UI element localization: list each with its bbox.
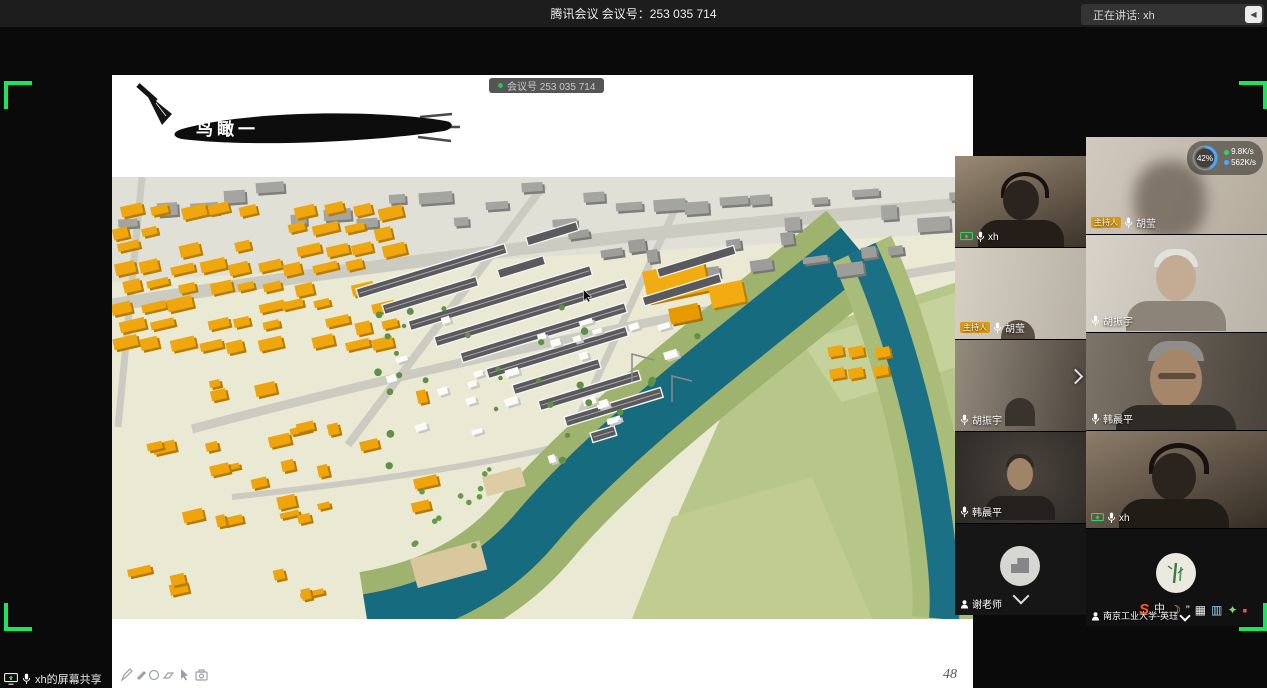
participant-name: 韩晨平 bbox=[972, 504, 1002, 519]
eraser-tool-icon[interactable] bbox=[164, 673, 173, 678]
slide-page-number: 48 bbox=[943, 667, 957, 683]
night-mode-icon[interactable]: ☽ bbox=[1170, 604, 1181, 616]
sogou-logo-icon[interactable]: S bbox=[1139, 602, 1149, 617]
mic-icon bbox=[22, 673, 31, 685]
mic-icon bbox=[960, 414, 969, 426]
participant-name: 胡莹 bbox=[1005, 320, 1025, 335]
shared-slide: 会议号 253 035 714 鸟瞰一 正在 bbox=[112, 75, 973, 688]
brush-pen-handle bbox=[138, 85, 156, 101]
circle-tool-icon[interactable] bbox=[150, 671, 159, 680]
person-icon bbox=[1091, 611, 1100, 621]
participant-name: 谢老师 bbox=[972, 596, 1002, 611]
pencil-tool-icon[interactable] bbox=[122, 669, 132, 680]
annotation-toolbar bbox=[120, 667, 228, 683]
participant-name: 韩晨平 bbox=[1103, 411, 1133, 426]
screen-share-icon bbox=[1091, 513, 1104, 524]
video-column-left: xh 主持人 胡莹 bbox=[955, 156, 1086, 615]
participant-name: xh bbox=[988, 232, 999, 243]
slide-title: 鸟瞰一 bbox=[196, 115, 259, 140]
video-tile[interactable]: xh bbox=[955, 156, 1086, 247]
speaking-indicator-box: 正在讲话: xh ◀ bbox=[1081, 4, 1264, 25]
mic-icon bbox=[1091, 315, 1100, 327]
meeting-id-badge: 会议号 253 035 714 bbox=[489, 78, 604, 93]
window-title-bar: 腾讯会议 会议号：253 035 714 bbox=[0, 0, 1267, 27]
mic-icon bbox=[960, 506, 969, 518]
punctuation-icon[interactable]: ” bbox=[1186, 604, 1190, 616]
video-tile[interactable]: 韩晨平 bbox=[1086, 333, 1267, 430]
soft-keyboard-icon[interactable]: ▦ bbox=[1195, 604, 1206, 616]
cursor-tool-icon[interactable] bbox=[181, 669, 188, 681]
participant-name: 胡振宇 bbox=[972, 412, 1002, 427]
video-column-right: 42% 9.8K/s 562K/s 主持人 胡莹 bbox=[1086, 137, 1267, 626]
input-method-toolbar: S 中 ☽ ” ▦ ▥ ✦ ▪ bbox=[1139, 601, 1248, 618]
person-icon bbox=[960, 599, 969, 609]
status-dot-icon bbox=[498, 83, 503, 88]
meeting-id-text: 会议号 253 035 714 bbox=[507, 78, 595, 93]
upload-dot-icon bbox=[1224, 150, 1229, 155]
capture-frame-corner-top-left bbox=[4, 81, 32, 109]
upload-rate: 9.8K/s bbox=[1231, 147, 1254, 156]
ink-brush-stroke bbox=[124, 83, 469, 155]
host-badge: 主持人 bbox=[960, 322, 990, 334]
city-model-3d bbox=[112, 177, 973, 619]
capture-frame-corner-bottom-right bbox=[1239, 603, 1267, 631]
capture-frame-corner-top-right bbox=[1239, 81, 1267, 109]
network-gauge-icon: 42% bbox=[1190, 143, 1220, 173]
video-tile[interactable]: 主持人 胡莹 bbox=[955, 248, 1086, 339]
glasses-icon bbox=[1158, 373, 1196, 379]
capture-frame-corner-bottom-left bbox=[4, 603, 32, 631]
clipboard-icon[interactable]: ▥ bbox=[1211, 604, 1222, 616]
screen-share-indicator: xh的屏幕共享 bbox=[4, 671, 102, 687]
video-tile[interactable]: 胡振宇 bbox=[955, 340, 1086, 431]
network-stats-overlay: 42% 9.8K/s 562K/s bbox=[1187, 141, 1263, 175]
screen-share-icon bbox=[960, 232, 973, 243]
mic-icon bbox=[1091, 413, 1100, 425]
shared-screen-stage: 会议号 253 035 714 鸟瞰一 正在 bbox=[0, 27, 1267, 688]
participant-name: 胡振宇 bbox=[1103, 313, 1133, 328]
input-mode-chinese-icon[interactable]: 中 bbox=[1154, 604, 1165, 615]
download-dot-icon bbox=[1224, 160, 1229, 165]
video-tile[interactable]: 胡振宇 bbox=[1086, 235, 1267, 332]
video-tile[interactable]: xh bbox=[1086, 431, 1267, 528]
download-rate: 562K/s bbox=[1231, 158, 1256, 167]
video-tile[interactable]: 42% 9.8K/s 562K/s 主持人 胡莹 bbox=[1086, 137, 1267, 234]
participant-name: 胡莹 bbox=[1136, 215, 1156, 230]
participant-name: xh bbox=[1119, 513, 1130, 524]
marker-tool-icon[interactable] bbox=[138, 672, 145, 679]
meeting-title: 腾讯会议 会议号：253 035 714 bbox=[550, 5, 716, 22]
speaking-indicator-label: 正在讲话: xh bbox=[1081, 7, 1245, 23]
mic-icon bbox=[976, 231, 985, 243]
camera-tool-icon[interactable] bbox=[196, 670, 207, 680]
logo-avatar bbox=[1000, 546, 1040, 586]
mic-icon bbox=[1124, 217, 1133, 229]
share-indicator-label: xh的屏幕共享 bbox=[35, 671, 102, 687]
brush-pen-icon bbox=[146, 93, 172, 125]
mic-icon bbox=[993, 322, 1002, 334]
video-tile[interactable]: 韩晨平 bbox=[955, 432, 1086, 523]
toolbox-icon[interactable]: ✦ bbox=[1227, 604, 1237, 616]
mic-icon bbox=[1107, 512, 1116, 524]
host-badge: 主持人 bbox=[1091, 217, 1121, 229]
mouse-cursor-icon bbox=[583, 289, 593, 303]
bamboo-avatar bbox=[1156, 553, 1196, 593]
tencent-meeting-window: 腾讯会议 会议号：253 035 714 正在讲话: xh ◀ 会议号 253 … bbox=[0, 0, 1267, 688]
collapse-panel-icon[interactable]: ◀ bbox=[1245, 6, 1262, 23]
monitor-icon bbox=[4, 673, 18, 685]
network-percent: 42% bbox=[1197, 154, 1213, 163]
